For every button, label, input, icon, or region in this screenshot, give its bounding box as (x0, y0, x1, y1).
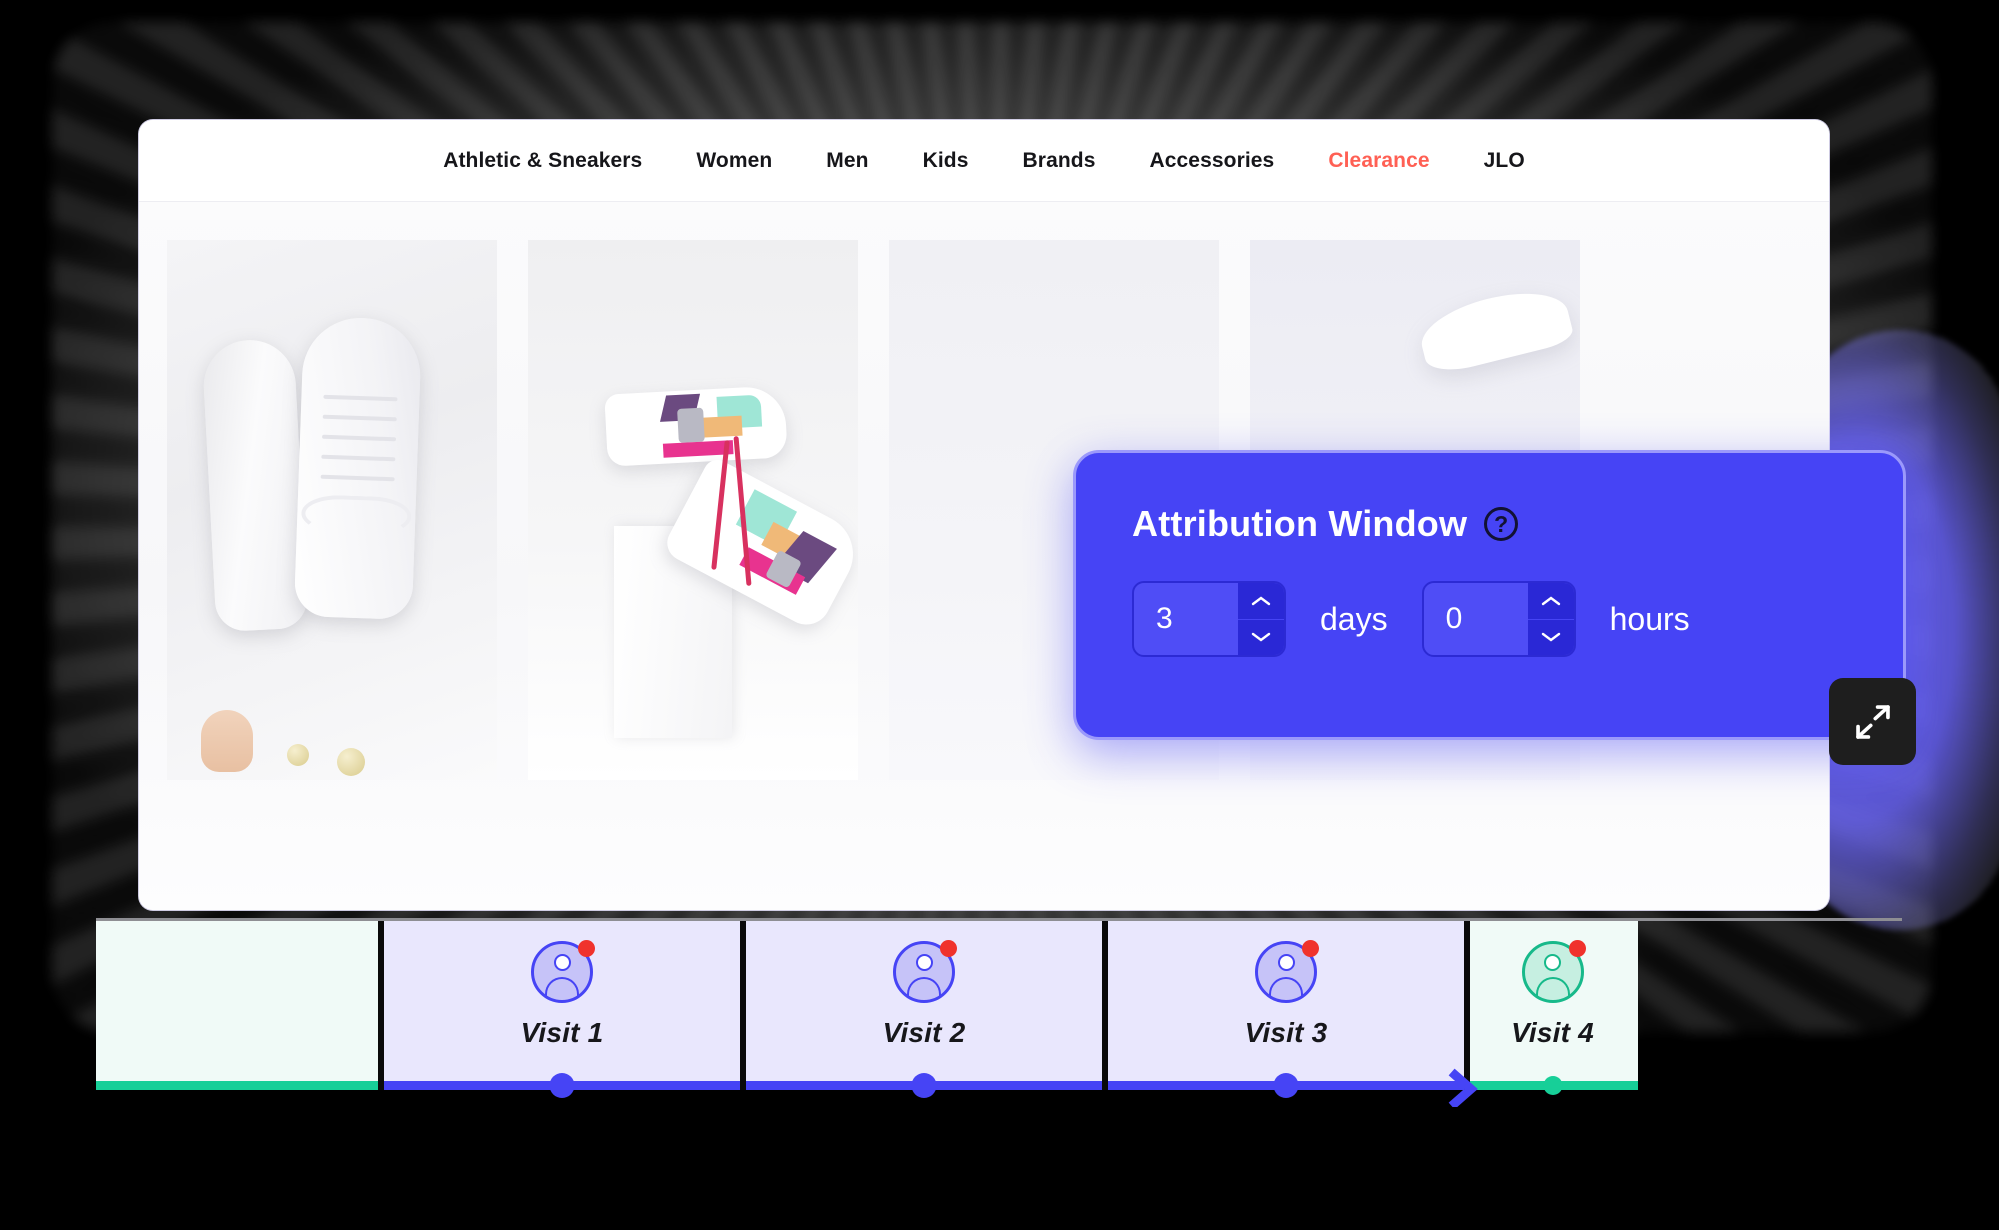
nav-item-clearance[interactable]: Clearance (1301, 149, 1456, 173)
product-tile-white-leather-sneakers[interactable] (167, 240, 497, 780)
avatar-head (915, 954, 933, 971)
avatar-body (545, 977, 579, 997)
notification-badge-icon (1568, 940, 1586, 957)
colorblock-sneaker-upper (604, 385, 788, 467)
shoe-sole-tip (201, 710, 253, 772)
timeline-node-dot[interactable] (1273, 1073, 1299, 1098)
timeline-node-dot[interactable] (549, 1073, 575, 1098)
notification-badge-icon (578, 940, 595, 957)
nav-item-men[interactable]: Men (799, 149, 895, 173)
partial-shoe-image (1414, 280, 1576, 378)
sneaker-top-view (293, 316, 423, 620)
hours-decrement-button[interactable] (1527, 618, 1574, 656)
visit-timeline: Visit 1 Visit 2 Visit 3 Visit 4 (96, 918, 1902, 1107)
timeline-segment-pre-visit[interactable] (96, 921, 384, 1090)
segment-divider (1464, 921, 1470, 1090)
visit-label: Visit 3 (1244, 1017, 1328, 1048)
hours-increment-button[interactable] (1528, 583, 1574, 619)
days-input[interactable] (1134, 583, 1238, 655)
nav-item-women[interactable]: Women (669, 149, 799, 173)
nav-item-brands[interactable]: Brands (996, 149, 1123, 173)
timeline-segment-visit-1[interactable]: Visit 1 (381, 921, 746, 1098)
avatar (893, 940, 957, 1003)
avatar (1521, 940, 1586, 1003)
days-decrement-button[interactable] (1238, 618, 1284, 656)
nav-item-jlo[interactable]: JLO (1457, 149, 1552, 173)
chevron-up-icon (1541, 596, 1560, 605)
days-unit-label: days (1320, 600, 1388, 637)
expand-button[interactable] (1829, 678, 1916, 765)
days-increment-button[interactable] (1238, 583, 1284, 619)
site-navigation: Athletic & Sneakers Women Men Kids Brand… (139, 120, 1829, 202)
timeline-node-dot[interactable] (911, 1073, 937, 1098)
hours-input[interactable] (1423, 583, 1528, 655)
avatar (531, 940, 595, 1003)
avatar-body (1535, 977, 1570, 997)
hours-stepper-buttons (1527, 583, 1574, 656)
timeline-node-dot[interactable] (1543, 1076, 1562, 1095)
visit-label: Visit 1 (520, 1017, 604, 1048)
shoe-bow (300, 494, 412, 536)
gold-accent-dot (287, 744, 309, 766)
attribution-fields: days hours (1132, 581, 1847, 657)
product-tile-colorblock-sneakers[interactable] (528, 240, 858, 780)
timeline-segment-visit-4[interactable]: Visit 4 (1467, 921, 1638, 1095)
shoe-patch (677, 407, 705, 443)
question-mark-circle-icon[interactable]: ? (1484, 507, 1519, 541)
segment-underline (96, 1081, 381, 1090)
chevron-down-icon (1251, 633, 1271, 642)
hours-unit-label: hours (1609, 600, 1690, 637)
avatar-body (907, 977, 941, 997)
attribution-window-panel: Attribution Window ? days (1073, 450, 1906, 740)
sneaker-side-view (201, 337, 309, 633)
shoe-patch (701, 415, 743, 438)
expand-diagonal-arrows-icon (1855, 704, 1890, 739)
gold-accent-dot (337, 748, 365, 776)
segment-divider (1102, 921, 1108, 1090)
segment-divider (740, 921, 746, 1090)
chevron-up-icon (1251, 596, 1271, 605)
chevron-down-icon (1541, 633, 1560, 642)
nav-item-kids[interactable]: Kids (896, 149, 996, 173)
timeline-segment-visit-3[interactable]: Visit 3 (1105, 921, 1478, 1107)
avatar-head (553, 954, 571, 971)
nav-item-accessories[interactable]: Accessories (1122, 149, 1301, 173)
segment-divider (378, 921, 384, 1090)
days-stepper[interactable] (1132, 581, 1286, 657)
notification-badge-icon (1302, 940, 1319, 957)
avatar-body (1269, 977, 1303, 997)
timeline-segment-visit-2[interactable]: Visit 2 (743, 921, 1108, 1098)
visit-label: Visit 4 (1511, 1017, 1594, 1048)
days-stepper-buttons (1238, 583, 1284, 655)
timeline-arrow-icon (1448, 1068, 1478, 1107)
shoe-laces (323, 394, 398, 402)
panel-header: Attribution Window ? (1132, 503, 1847, 545)
screenshot-stage: Athletic & Sneakers Women Men Kids Brand… (0, 0, 1999, 1230)
panel-title: Attribution Window (1132, 503, 1468, 544)
hours-stepper[interactable] (1421, 581, 1576, 657)
avatar (1255, 940, 1319, 1003)
avatar-head (1544, 954, 1561, 971)
avatar-head (1277, 954, 1295, 971)
nav-item-athletic-sneakers[interactable]: Athletic & Sneakers (416, 149, 669, 173)
notification-badge-icon (940, 940, 957, 957)
visit-label: Visit 2 (882, 1017, 966, 1048)
